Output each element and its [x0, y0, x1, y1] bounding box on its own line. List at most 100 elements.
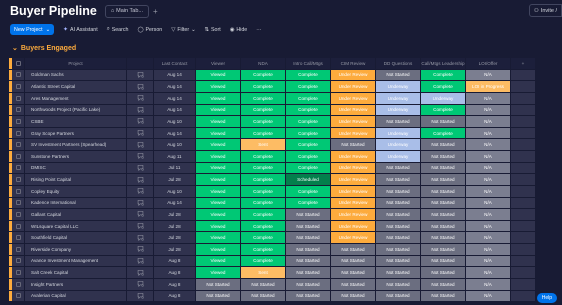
- status-loi-offer[interactable]: N/A: [466, 174, 511, 185]
- status-loi-offer[interactable]: N/A: [466, 139, 511, 150]
- status-loi-offer[interactable]: N/A: [466, 278, 511, 290]
- status-dd-questions[interactable]: Underway: [376, 104, 421, 116]
- last-contact-date[interactable]: Jul 28: [154, 209, 196, 220]
- last-contact-date[interactable]: Aug 10: [154, 139, 196, 150]
- item-name[interactable]: Ares Management: [25, 92, 127, 104]
- last-contact-date[interactable]: Aug 14: [154, 197, 196, 209]
- last-contact-date[interactable]: Aug 11: [154, 151, 196, 162]
- row-checkbox[interactable]: [12, 244, 25, 255]
- board-title[interactable]: Buyer Pipeline: [10, 4, 97, 18]
- column-header-cim-review[interactable]: CIM Review: [331, 58, 376, 69]
- status-nda[interactable]: Complete: [241, 104, 286, 116]
- filter-button[interactable]: ▽ Filter ⌄: [171, 27, 195, 33]
- status-nda[interactable]: Complete: [241, 244, 286, 255]
- add-update-icon[interactable]: [137, 94, 144, 102]
- status-cim-review[interactable]: Under Review: [331, 92, 376, 104]
- last-contact-date[interactable]: Aug 8: [154, 290, 196, 302]
- status-call-leadership[interactable]: Not Started: [421, 151, 466, 162]
- table-row[interactable]: Sunstone Partners Aug 11 Viewed Complete Com…: [9, 151, 562, 163]
- status-loi-offer[interactable]: N/A: [466, 267, 511, 278]
- status-cim-review[interactable]: Under Review: [331, 116, 376, 127]
- updates-cell[interactable]: [127, 255, 154, 267]
- item-name[interactable]: CSBE: [25, 116, 127, 127]
- row-checkbox[interactable]: [12, 174, 25, 185]
- search-button[interactable]: ⌕ Search: [107, 26, 129, 33]
- item-name[interactable]: Riverside Company: [25, 244, 127, 255]
- updates-cell[interactable]: [127, 69, 154, 81]
- status-call-leadership[interactable]: Not Started: [421, 185, 466, 197]
- last-contact-date[interactable]: Aug 10: [154, 116, 196, 127]
- status-viewer[interactable]: Viewed: [196, 127, 241, 139]
- status-cim-review[interactable]: Under Review: [331, 151, 376, 162]
- updates-cell[interactable]: [127, 104, 154, 116]
- table-row[interactable]: Goldman Sachs Aug 14 Viewed Complete Complet…: [9, 69, 562, 82]
- status-cim-review[interactable]: Under Review: [331, 69, 376, 81]
- status-nda[interactable]: Complete: [241, 185, 286, 197]
- status-nda[interactable]: Complete: [241, 81, 286, 92]
- updates-cell[interactable]: [127, 81, 154, 92]
- status-intro-call[interactable]: Complete: [286, 127, 331, 139]
- item-name[interactable]: Copley Equity: [25, 185, 127, 197]
- last-contact-date[interactable]: Jul 11: [154, 162, 196, 174]
- status-call-leadership[interactable]: Not Started: [421, 244, 466, 255]
- status-intro-call[interactable]: Not Started: [286, 209, 331, 220]
- status-intro-call[interactable]: Complete: [286, 197, 331, 209]
- help-button[interactable]: Help: [536, 293, 557, 303]
- status-dd-questions[interactable]: Not Started: [376, 244, 421, 255]
- status-viewer[interactable]: Viewed: [196, 116, 241, 127]
- row-checkbox[interactable]: [12, 185, 25, 197]
- status-nda[interactable]: Not Started: [241, 290, 286, 302]
- table-row[interactable]: Northwoods Project (Pacific Lake) Aug 14 V…: [9, 104, 562, 117]
- status-nda[interactable]: Complete: [241, 69, 286, 81]
- column-header-intro-call[interactable]: Intro Call/Mtgs: [286, 58, 331, 69]
- table-row[interactable]: Kadence International Aug 14 Viewed Complet…: [9, 197, 562, 210]
- status-viewer[interactable]: Not Started: [196, 278, 241, 290]
- status-call-leadership[interactable]: Not Started: [421, 255, 466, 267]
- row-checkbox[interactable]: [12, 151, 25, 162]
- status-intro-call[interactable]: Not Started: [286, 244, 331, 255]
- item-name[interactable]: Northwoods Project (Pacific Lake): [25, 104, 127, 116]
- row-checkbox[interactable]: [12, 92, 25, 104]
- status-viewer[interactable]: Viewed: [196, 104, 241, 116]
- item-name[interactable]: Insight Partners: [25, 278, 127, 290]
- status-cim-review[interactable]: Under Review: [331, 220, 376, 232]
- status-dd-questions[interactable]: Underway: [376, 81, 421, 92]
- updates-cell[interactable]: [127, 116, 154, 127]
- status-intro-call[interactable]: Not Started: [286, 232, 331, 243]
- item-name[interactable]: Gallant Capital: [25, 209, 127, 220]
- status-cim-review[interactable]: Under Review: [331, 197, 376, 209]
- status-nda[interactable]: Complete: [241, 255, 286, 267]
- column-header-dd-questions[interactable]: DD Questions: [376, 58, 421, 69]
- status-viewer[interactable]: Viewed: [196, 162, 241, 174]
- status-dd-questions[interactable]: Not Started: [376, 209, 421, 220]
- status-cim-review[interactable]: Under Review: [331, 104, 376, 116]
- status-viewer[interactable]: Viewed: [196, 232, 241, 243]
- table-row[interactable]: WILsquare Capital LLC Jul 28 Viewed Complet…: [9, 220, 562, 233]
- item-name[interactable]: Kadence International: [25, 197, 127, 209]
- updates-cell[interactable]: [127, 232, 154, 243]
- status-cim-review[interactable]: Under Review: [331, 127, 376, 139]
- status-cim-review[interactable]: Not Started: [331, 278, 376, 290]
- status-call-leadership[interactable]: Not Started: [421, 139, 466, 150]
- status-viewer[interactable]: Viewed: [196, 220, 241, 232]
- row-checkbox[interactable]: [12, 162, 25, 174]
- status-dd-questions[interactable]: Not Started: [376, 290, 421, 302]
- item-name[interactable]: Avance Investment Management: [25, 255, 127, 267]
- status-intro-call[interactable]: Not Started: [286, 255, 331, 267]
- table-row[interactable]: Insight Partners Aug 8 Not Started Not Star…: [9, 278, 562, 291]
- table-row[interactable]: Avalerian Capital Aug 8 Not Started Not Sta…: [9, 290, 562, 303]
- status-intro-call[interactable]: Complete: [286, 116, 331, 127]
- status-intro-call[interactable]: Complete: [286, 162, 331, 174]
- status-call-leadership[interactable]: Not Started: [421, 220, 466, 232]
- updates-cell[interactable]: [127, 92, 154, 104]
- add-update-icon[interactable]: [137, 164, 144, 172]
- updates-cell[interactable]: [127, 127, 154, 139]
- status-nda[interactable]: Complete: [241, 197, 286, 209]
- status-intro-call[interactable]: Complete: [286, 139, 331, 150]
- updates-cell[interactable]: [127, 151, 154, 162]
- item-name[interactable]: Gray Scope Partners: [25, 127, 127, 139]
- status-nda[interactable]: Complete: [241, 209, 286, 220]
- item-name[interactable]: SV Investment Partners (Spearhead): [25, 139, 127, 150]
- status-dd-questions[interactable]: Not Started: [376, 232, 421, 243]
- status-dd-questions[interactable]: Not Started: [376, 255, 421, 267]
